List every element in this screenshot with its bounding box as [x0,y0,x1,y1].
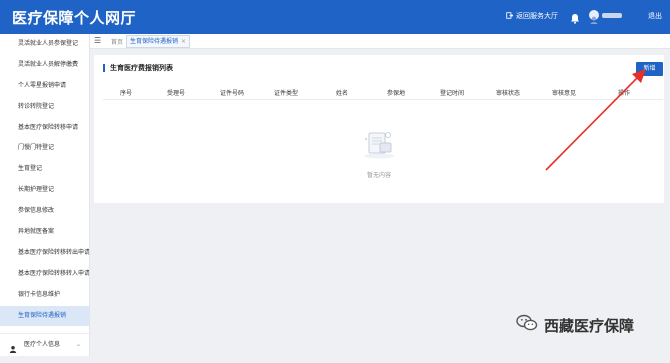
wechat-icon [516,314,538,336]
watermark-text: 西藏医疗保障 [544,316,635,335]
annotation-arrow [545,69,646,171]
watermark: 西藏医疗保障 [516,314,634,336]
